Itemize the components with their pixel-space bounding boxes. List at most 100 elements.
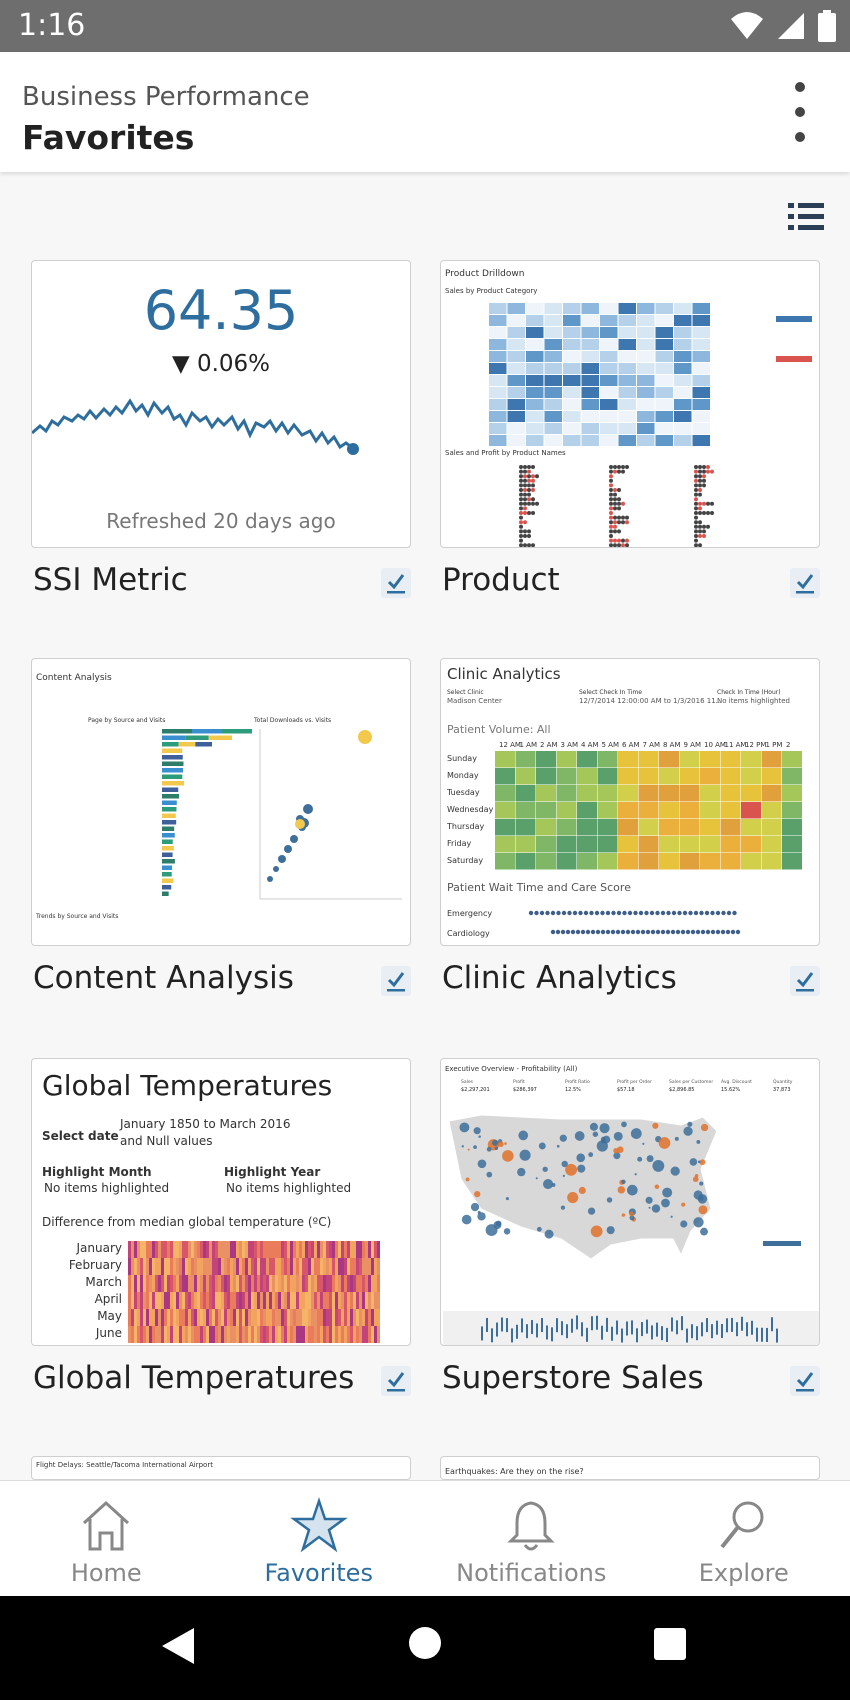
wait-dot — [649, 910, 655, 916]
favorite-check-icon[interactable] — [381, 1366, 411, 1396]
heat-cell — [700, 802, 720, 819]
heat-cell — [341, 1275, 344, 1292]
sparkbar — [551, 1327, 553, 1342]
heat-cell — [152, 1275, 155, 1292]
dot — [613, 520, 617, 525]
clinic-analytics-thumbnail[interactable]: Clinic Analytics Select Clinic Madison C… — [440, 658, 820, 946]
heat-cell — [377, 1275, 380, 1292]
metric-change: ▼ 0.06% — [171, 351, 271, 377]
wait-dot — [595, 929, 601, 935]
map-point — [536, 1226, 542, 1232]
heat-cell — [374, 1292, 377, 1309]
heat-cell — [179, 1241, 182, 1258]
heat-cell — [317, 1241, 320, 1258]
heat-cell — [495, 785, 515, 802]
favorite-card-earthquakes[interactable]: Earthquakes: Are they on the rise? — [440, 1456, 820, 1480]
sparkbar — [686, 1328, 688, 1343]
heat-cell — [308, 1292, 311, 1309]
dot — [519, 520, 523, 525]
heat-cell — [164, 1309, 167, 1326]
favorite-card-product[interactable]: Product Drilldown Sales by Product Categ… — [440, 260, 820, 598]
flight-delays-thumbnail[interactable]: Flight Delays: Seattle/Tacoma Internatio… — [31, 1456, 411, 1480]
favorite-check-icon[interactable] — [381, 966, 411, 996]
bar — [162, 839, 173, 844]
heat-cell — [278, 1292, 281, 1309]
content-analysis-thumbnail[interactable]: Content Analysis Page by Source and Visi… — [31, 658, 411, 946]
heat-cell — [374, 1309, 377, 1326]
heat-cell — [188, 1258, 191, 1275]
dot — [698, 534, 702, 538]
wait-dot — [622, 910, 627, 916]
heat-cell — [600, 315, 618, 326]
nav-favorites[interactable]: Favorites — [213, 1481, 426, 1596]
favorite-card-global-temperatures[interactable]: Global Temperatures Select date January … — [31, 1058, 411, 1396]
dot — [519, 478, 523, 483]
nav-explore[interactable]: Explore — [638, 1481, 850, 1596]
heat-cell — [248, 1309, 251, 1326]
sparkbar — [586, 1327, 588, 1342]
heat-cell — [637, 315, 655, 326]
thumbnail-heading: Earthquakes: Are they on the rise? — [445, 1467, 584, 1476]
product-thumbnail[interactable]: Product Drilldown Sales by Product Categ… — [440, 260, 820, 548]
heat-cell — [600, 399, 618, 410]
heat-cell — [287, 1309, 290, 1326]
favorite-card-flight-delays[interactable]: Flight Delays: Seattle/Tacoma Internatio… — [31, 1456, 411, 1480]
nav-notifications[interactable]: Notifications — [425, 1481, 638, 1596]
card-title: Global Temperatures — [33, 1360, 355, 1396]
heat-cell — [655, 411, 673, 422]
heat-cell — [556, 853, 577, 870]
heat-cell — [185, 1326, 188, 1343]
dot — [706, 465, 710, 469]
back-icon[interactable] — [160, 1626, 196, 1666]
favorite-check-icon[interactable] — [381, 568, 411, 598]
heat-cell — [356, 1309, 359, 1326]
map-point — [588, 1152, 594, 1158]
dot — [694, 483, 698, 488]
dot — [523, 543, 527, 547]
heat-cell — [245, 1258, 248, 1275]
sparkbar — [741, 1316, 743, 1331]
global-temperatures-thumbnail[interactable]: Global Temperatures Select date January … — [31, 1058, 411, 1346]
favorite-card-content-analysis[interactable]: Content Analysis Page by Source and Visi… — [31, 658, 411, 996]
heat-cell — [544, 435, 562, 446]
favorite-card-clinic-analytics[interactable]: Clinic Analytics Select Clinic Madison C… — [440, 658, 820, 996]
favorite-check-icon[interactable] — [790, 568, 820, 598]
nav-label: Notifications — [456, 1559, 607, 1587]
list-view-icon[interactable] — [788, 200, 824, 234]
heat-cell — [200, 1241, 203, 1258]
map-point — [505, 1197, 509, 1201]
heat-cell — [368, 1241, 371, 1258]
favorite-card-ssi-metric[interactable]: 64.35 ▼ 0.06% Refreshed 20 days ago SSI … — [31, 260, 411, 598]
dot — [702, 534, 706, 538]
heat-cell — [311, 1326, 314, 1343]
nav-home[interactable]: Home — [0, 1481, 213, 1596]
heat-cell — [329, 1326, 332, 1343]
dot — [698, 492, 702, 497]
favorite-card-superstore-sales[interactable]: Executive Overview - Profitability (All)… — [440, 1058, 820, 1396]
heat-cell — [347, 1258, 350, 1275]
heat-cell — [233, 1241, 236, 1258]
heat-cell — [173, 1309, 176, 1326]
heat-cell — [692, 435, 710, 446]
favorite-check-icon[interactable] — [790, 966, 820, 996]
wait-dot — [715, 910, 721, 916]
heat-cell — [218, 1309, 221, 1326]
earthquakes-thumbnail[interactable]: Earthquakes: Are they on the rise? — [440, 1456, 820, 1480]
metric-thumbnail[interactable]: 64.35 ▼ 0.06% Refreshed 20 days ago — [31, 260, 411, 548]
heat-cell — [350, 1309, 353, 1326]
superstore-thumbnail[interactable]: Executive Overview - Profitability (All)… — [440, 1058, 820, 1346]
home-circle-icon[interactable] — [408, 1626, 442, 1660]
overflow-menu-icon[interactable] — [790, 82, 810, 142]
heat-cell — [287, 1258, 290, 1275]
heat-cell — [350, 1326, 353, 1343]
wait-time-label: Patient Wait Time and Care Score — [447, 881, 631, 894]
map-point — [478, 1135, 481, 1138]
wait-dot — [572, 910, 578, 916]
recents-icon[interactable] — [654, 1628, 686, 1660]
favorite-check-icon[interactable] — [790, 1366, 820, 1396]
heat-cell — [302, 1275, 305, 1292]
heat-cell — [692, 327, 710, 338]
heat-cell — [655, 435, 673, 446]
heat-cell — [526, 339, 544, 350]
map-point — [652, 1159, 665, 1172]
